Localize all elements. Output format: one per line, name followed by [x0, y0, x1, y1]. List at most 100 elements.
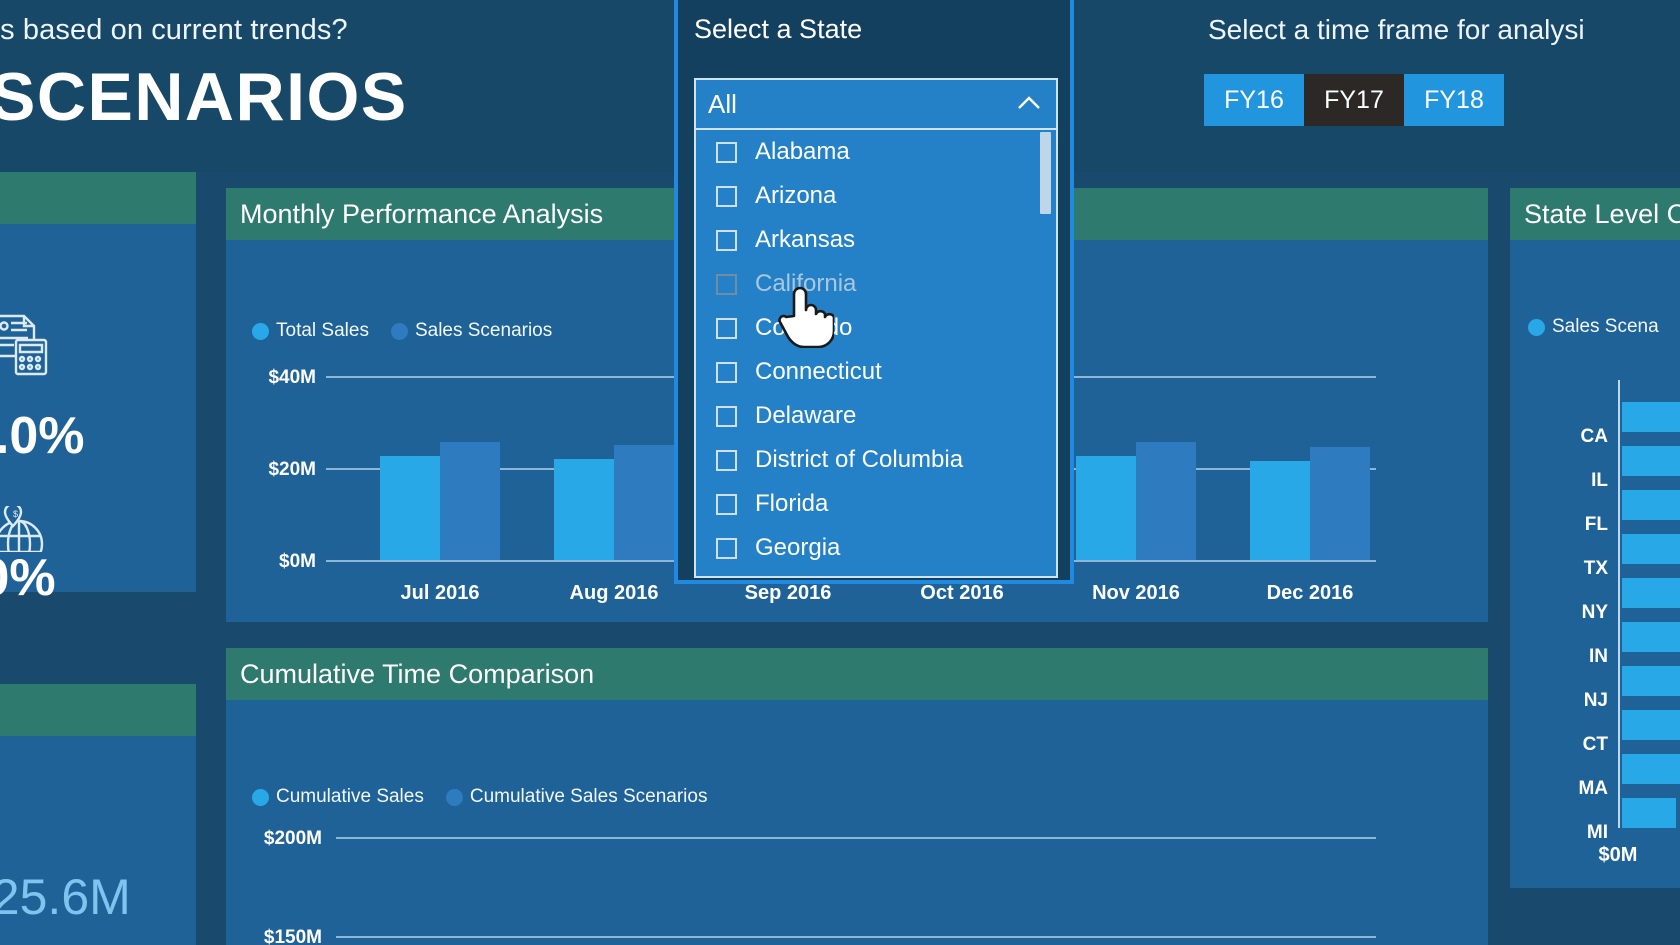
state-slicer: Select a State All Alabama Arizona Arkan… — [674, 0, 1074, 584]
xtick-oct2016: Oct 2016 — [920, 582, 1004, 604]
state-label-il: IL — [1591, 470, 1608, 491]
kpi-value-percent-2: .0% — [0, 549, 56, 607]
slicer-option-arkansas[interactable]: Arkansas — [696, 218, 1056, 262]
kpi-card-body-1: 7.0% $ — [0, 224, 196, 590]
banner-subtitle: ts based on current trends? — [0, 14, 348, 46]
slicer-option-arizona[interactable]: Arizona — [696, 174, 1056, 218]
invoice-calculator-icon — [0, 312, 54, 383]
panel-title-monthly: Monthly Performance Analysis — [240, 198, 604, 229]
slicer-option-label: Arizona — [755, 182, 837, 209]
state-bar-ct[interactable] — [1622, 710, 1680, 740]
ytick-40m: $40M — [268, 367, 316, 388]
xtick-jul2016: Jul 2016 — [400, 582, 480, 604]
panel-body-state: Sales Scena CA IL FL TX NY IN NJ CT MA M… — [1510, 240, 1680, 888]
state-bar-in[interactable] — [1622, 622, 1680, 652]
kpi-card-percent-1: 7.0% $ — [0, 172, 196, 590]
legend-item-sales-scenarios: Sales Scenarios — [390, 320, 552, 342]
panel-body-cumulative: Cumulative Sales Cumulative Sales Scenar… — [226, 700, 1488, 945]
legend-item-cumulative-sales: Cumulative Sales — [252, 786, 424, 808]
checkbox-icon[interactable] — [716, 361, 737, 383]
slicer-option-label: Arkansas — [755, 226, 856, 253]
checkbox-icon[interactable] — [716, 317, 737, 339]
state-label-ca: CA — [1580, 426, 1608, 447]
slicer-option-label: Colorado — [755, 314, 853, 341]
checkbox-icon[interactable] — [716, 493, 737, 515]
state-bar-ny[interactable] — [1622, 578, 1680, 608]
slicer-option-label: Delaware — [755, 402, 857, 429]
state-bar-ca[interactable] — [1622, 402, 1680, 432]
bar-scenario-nov2016[interactable] — [1136, 442, 1196, 560]
state-label-fl: FL — [1584, 514, 1608, 535]
legend-dot-sales-scenarios — [390, 322, 408, 340]
xtick-sep2016: Sep 2016 — [744, 582, 832, 604]
checkbox-icon[interactable] — [716, 141, 737, 163]
chevron-up-icon[interactable] — [1014, 89, 1044, 119]
xtick-aug2016: Aug 2016 — [569, 582, 659, 604]
slicer-scrollbar[interactable] — [1040, 130, 1054, 576]
legend-dot-cumulative-scenarios — [445, 788, 463, 806]
bar-scenario-dec2016[interactable] — [1310, 447, 1370, 560]
state-bar-mi[interactable] — [1622, 798, 1676, 828]
panel-header-state: State Level C — [1510, 188, 1680, 240]
slicer-selected-value: All — [708, 88, 737, 119]
state-label-ct: CT — [1582, 734, 1608, 755]
kpi-value-percent-1: 7.0% — [0, 407, 85, 465]
slicer-option-delaware[interactable]: Delaware — [696, 394, 1056, 438]
timeframe-label: Select a time frame for analysi — [1208, 14, 1585, 45]
slicer-option-label: Connecticut — [755, 358, 882, 385]
slicer-scrollbar-thumb[interactable] — [1040, 132, 1051, 214]
bar-total-aug2016[interactable] — [554, 459, 614, 560]
kpi-card-body-2: .0% — [0, 549, 196, 607]
state-bar-il[interactable] — [1622, 446, 1680, 476]
ytick-0m: $0M — [279, 551, 316, 572]
tab-fy17[interactable]: FY17 — [1304, 74, 1404, 126]
state-label-nj: NJ — [1583, 690, 1608, 711]
panel-header-cumulative: Cumulative Time Comparison — [226, 648, 1488, 700]
bar-total-nov2016[interactable] — [1076, 456, 1136, 560]
kpi-card-total: $25.6M — [0, 684, 196, 945]
ytick-200m: $200M — [263, 828, 322, 849]
slicer-dropdown-toggle[interactable]: All — [694, 78, 1058, 130]
checkbox-icon[interactable] — [716, 449, 737, 471]
legend-item-state-scenarios: Sales Scena — [1528, 316, 1659, 338]
panel-title-state: State Level C — [1524, 198, 1680, 229]
bar-total-dec2016[interactable] — [1250, 461, 1310, 560]
tab-fy16[interactable]: FY16 — [1204, 74, 1304, 126]
slicer-option-label: Alabama — [755, 138, 850, 165]
slicer-option-colorado[interactable]: Colorado — [696, 306, 1056, 350]
legend-label-cumulative-sales: Cumulative Sales — [276, 786, 424, 807]
bar-scenario-jul2016[interactable] — [440, 442, 500, 560]
slicer-option-california[interactable]: California — [696, 262, 1056, 306]
slicer-option-label: California — [755, 270, 857, 297]
slicer-option-georgia[interactable]: Georgia — [696, 526, 1056, 570]
slicer-option-connecticut[interactable]: Connecticut — [696, 350, 1056, 394]
ytick-150m: $150M — [263, 927, 322, 945]
checkbox-icon[interactable] — [716, 405, 737, 427]
slicer-option-alabama[interactable]: Alabama — [696, 130, 1056, 174]
slicer-option-florida[interactable]: Florida — [696, 482, 1056, 526]
dashboard-root: ts based on current trends? SCENARIOS Se… — [0, 0, 1680, 945]
slicer-option-district-of-columbia[interactable]: District of Columbia — [696, 438, 1056, 482]
bar-scenario-aug2016[interactable] — [614, 445, 674, 560]
state-bar-tx[interactable] — [1622, 534, 1680, 564]
state-bar-fl[interactable] — [1622, 490, 1680, 520]
checkbox-icon[interactable] — [716, 537, 737, 559]
legend-dot-state-scenarios — [1528, 318, 1545, 336]
tab-fy18[interactable]: FY18 — [1404, 74, 1504, 126]
checkbox-icon[interactable] — [716, 185, 737, 207]
bar-total-jul2016[interactable] — [380, 456, 440, 560]
timeframe-tab-group: FY16 FY17 FY18 — [1204, 74, 1504, 126]
state-bar-ma[interactable] — [1622, 754, 1680, 784]
page-title: SCENARIOS — [0, 59, 408, 135]
state-label-ma: MA — [1578, 778, 1608, 799]
legend-label-cumulative-scenarios: Cumulative Sales Scenarios — [469, 786, 708, 807]
slicer-option-label: Georgia — [755, 534, 841, 561]
state-xtick-0m: $0M — [1598, 844, 1638, 866]
slicer-option-list[interactable]: Alabama Arizona Arkansas California Colo… — [694, 130, 1058, 578]
checkbox-icon[interactable] — [716, 273, 737, 295]
ytick-20m: $20M — [268, 459, 316, 480]
state-label-ny: NY — [1581, 602, 1608, 623]
checkbox-icon[interactable] — [716, 229, 737, 251]
area-chart-cumulative — [336, 837, 1376, 945]
state-bar-nj[interactable] — [1622, 666, 1680, 696]
